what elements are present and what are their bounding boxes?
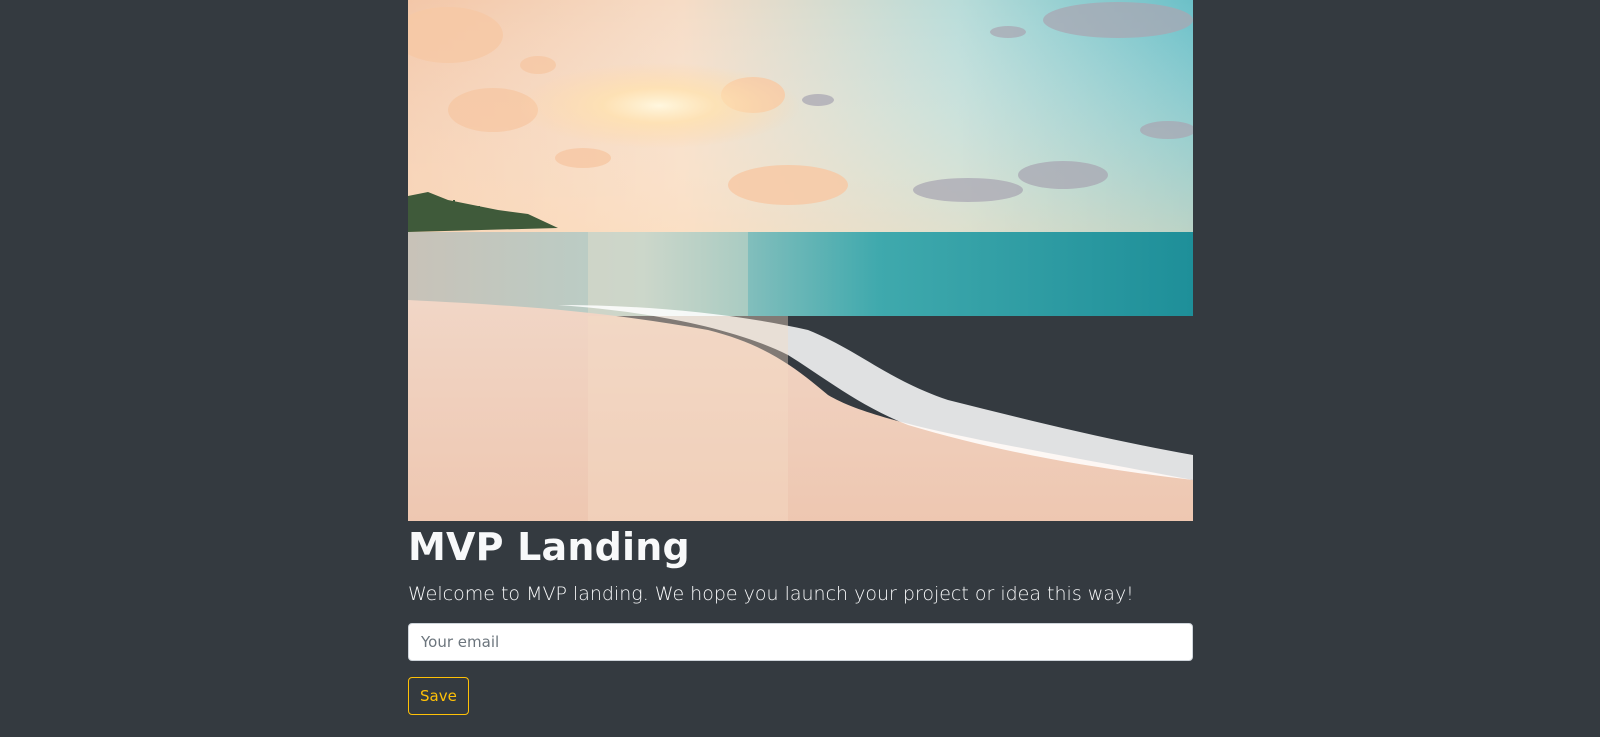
beach-sunset-image <box>408 0 1193 521</box>
hero-image <box>408 0 1193 521</box>
save-button[interactable]: Save <box>408 677 469 715</box>
lead-text: Welcome to MVP landing. We hope you laun… <box>408 583 1134 605</box>
page-title: MVP Landing <box>408 525 690 569</box>
email-input[interactable] <box>408 623 1193 661</box>
landing-container: MVP Landing Welcome to MVP landing. We h… <box>408 0 1193 715</box>
